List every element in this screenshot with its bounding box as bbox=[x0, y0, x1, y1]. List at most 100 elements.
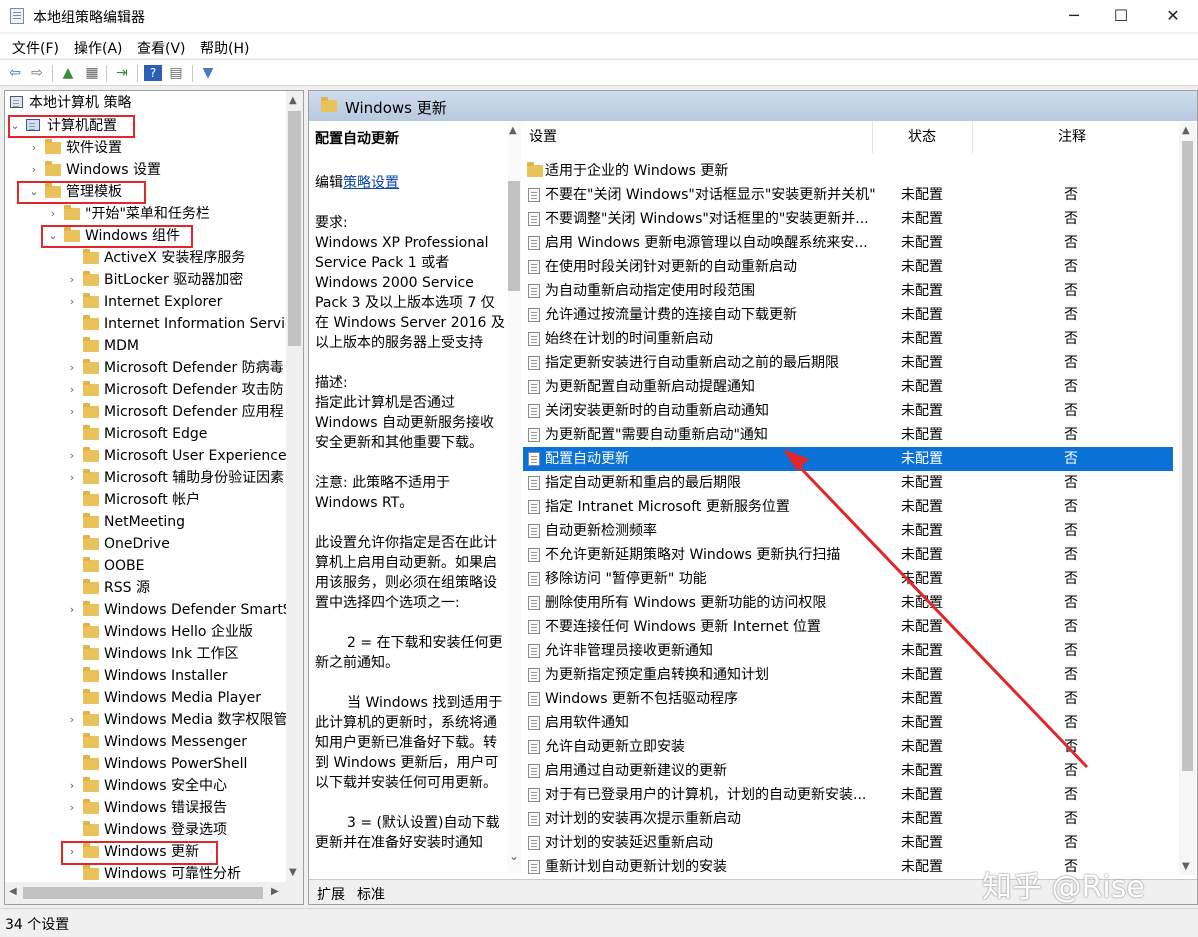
chevron-right-icon[interactable]: › bbox=[66, 445, 78, 467]
tree-item-label: OneDrive bbox=[104, 536, 170, 552]
chevron-right-icon[interactable]: › bbox=[66, 269, 78, 291]
policy-icon bbox=[10, 96, 23, 108]
tree-item-label: Windows Installer bbox=[104, 668, 228, 684]
tree-item-label: Windows 登录选项 bbox=[104, 822, 227, 838]
tree-item-label: RSS 源 bbox=[104, 580, 150, 596]
folder-icon bbox=[83, 865, 99, 880]
chevron-right-icon[interactable]: › bbox=[66, 357, 78, 379]
tree-item-label: Internet Explorer bbox=[104, 294, 223, 310]
status-text: 34 个设置 bbox=[5, 917, 70, 933]
chevron-right-icon[interactable]: › bbox=[66, 775, 78, 797]
tab-standard[interactable]: 标准 bbox=[357, 884, 385, 904]
folder-icon bbox=[83, 645, 99, 660]
annotation-arrow bbox=[783, 449, 1089, 769]
tree-item-label: Windows PowerShell bbox=[104, 756, 248, 772]
tree-item-label: Internet Information Servic bbox=[104, 316, 293, 332]
folder-icon bbox=[83, 535, 99, 550]
folder-icon bbox=[45, 161, 61, 176]
scroll-thumb[interactable] bbox=[288, 111, 301, 346]
folder-icon bbox=[83, 359, 99, 374]
folder-icon bbox=[83, 513, 99, 528]
tree-item-label: Windows Media 数字权限管 bbox=[104, 712, 288, 728]
minimize-button[interactable]: ─ bbox=[1051, 0, 1097, 32]
annotation-box bbox=[8, 115, 135, 138]
title-bar: 本地组策略编辑器 ─ ☐ ✕ bbox=[0, 0, 1198, 32]
chevron-right-icon[interactable]: › bbox=[47, 203, 59, 225]
tree-horizontal-scrollbar[interactable]: ◀ ▶ bbox=[5, 882, 303, 904]
folder-icon bbox=[83, 425, 99, 440]
folder-icon bbox=[83, 733, 99, 748]
tree-item-label: "开始"菜单和任务栏 bbox=[85, 206, 210, 222]
maximize-button[interactable]: ☐ bbox=[1098, 0, 1144, 32]
annotation-box bbox=[17, 181, 146, 204]
folder-icon bbox=[83, 337, 99, 352]
folder-icon bbox=[83, 623, 99, 638]
chevron-right-icon[interactable]: › bbox=[28, 159, 40, 181]
filter-icon[interactable]: ▼ bbox=[199, 65, 217, 81]
folder-icon bbox=[83, 447, 99, 462]
tree-item-label: Windows Media Player bbox=[104, 690, 262, 706]
menu-help[interactable]: 帮助(H) bbox=[200, 38, 249, 58]
folder-icon bbox=[83, 381, 99, 396]
tree-item-label: Microsoft Defender 应用程 bbox=[104, 404, 284, 420]
chevron-right-icon[interactable]: › bbox=[66, 379, 78, 401]
show-hide-tree-icon[interactable]: ▦ bbox=[83, 65, 101, 81]
folder-icon bbox=[83, 315, 99, 330]
chevron-right-icon[interactable]: › bbox=[66, 291, 78, 313]
folder-icon bbox=[83, 469, 99, 484]
chevron-right-icon[interactable]: › bbox=[66, 467, 78, 489]
folder-icon bbox=[64, 205, 80, 220]
tree-item-label: Windows 设置 bbox=[66, 162, 161, 178]
tree-item-label: NetMeeting bbox=[104, 514, 186, 530]
annotation-box bbox=[41, 225, 193, 248]
folder-icon bbox=[83, 271, 99, 286]
status-bar: 34 个设置 bbox=[0, 908, 1198, 937]
policy-editor-icon bbox=[10, 8, 24, 24]
tree-item-label: Microsoft Defender 攻击防 bbox=[104, 382, 284, 398]
menu-file[interactable]: 文件(F) bbox=[12, 38, 59, 58]
annotation-box bbox=[61, 841, 218, 865]
tree-vertical-scrollbar[interactable]: ▲ ▼ bbox=[286, 91, 303, 882]
help-icon[interactable]: ? bbox=[144, 65, 162, 81]
properties-icon[interactable]: ▤ bbox=[167, 65, 185, 81]
folder-icon bbox=[83, 293, 99, 308]
chevron-right-icon[interactable]: › bbox=[66, 709, 78, 731]
up-folder-icon[interactable]: ▲ bbox=[59, 65, 77, 81]
menu-action[interactable]: 操作(A) bbox=[74, 38, 123, 58]
export-list-icon[interactable]: ⇥ bbox=[113, 65, 131, 81]
folder-icon bbox=[83, 777, 99, 792]
tree-item-label: 软件设置 bbox=[66, 140, 122, 156]
forward-icon[interactable]: ⇨ bbox=[28, 65, 46, 81]
tree-item-label: Windows Messenger bbox=[104, 734, 247, 750]
scroll-thumb[interactable] bbox=[23, 887, 263, 899]
toolbar: ⇦ ⇨ ▲ ▦ ⇥ ? ▤ ▼ bbox=[0, 59, 1198, 86]
tree-item-label: Microsoft Defender 防病毒 bbox=[104, 360, 284, 376]
watermark: 知乎 @Rise bbox=[982, 870, 1145, 905]
chevron-right-icon[interactable]: › bbox=[66, 401, 78, 423]
chevron-right-icon[interactable]: › bbox=[28, 137, 40, 159]
folder-icon bbox=[83, 579, 99, 594]
tree-item-label: Windows Defender SmartS bbox=[104, 602, 292, 618]
folder-icon bbox=[83, 821, 99, 836]
tree-item-label: Microsoft User Experience V bbox=[104, 448, 301, 464]
folder-icon bbox=[83, 667, 99, 682]
window: 本地组策略编辑器 ─ ☐ ✕ 文件(F) 操作(A) 查看(V) 帮助(H) ⇦… bbox=[0, 0, 1198, 937]
folder-icon bbox=[83, 249, 99, 264]
back-icon[interactable]: ⇦ bbox=[6, 65, 24, 81]
close-button[interactable]: ✕ bbox=[1150, 0, 1196, 32]
folder-icon bbox=[83, 601, 99, 616]
tree-item-label: OOBE bbox=[104, 558, 145, 574]
folder-icon bbox=[83, 755, 99, 770]
chevron-right-icon[interactable]: › bbox=[66, 797, 78, 819]
menu-view[interactable]: 查看(V) bbox=[137, 38, 186, 58]
folder-icon bbox=[83, 799, 99, 814]
chevron-right-icon[interactable]: › bbox=[66, 599, 78, 621]
tree-item-label: Windows Hello 企业版 bbox=[104, 624, 253, 640]
tree-item-label: Microsoft Edge bbox=[104, 426, 208, 442]
tree-item-label: MDM bbox=[104, 338, 139, 354]
tab-extended[interactable]: 扩展 bbox=[317, 884, 345, 904]
folder-icon bbox=[83, 689, 99, 704]
folder-icon bbox=[83, 491, 99, 506]
folder-icon bbox=[83, 711, 99, 726]
tree-item-label: Windows 错误报告 bbox=[104, 800, 227, 816]
